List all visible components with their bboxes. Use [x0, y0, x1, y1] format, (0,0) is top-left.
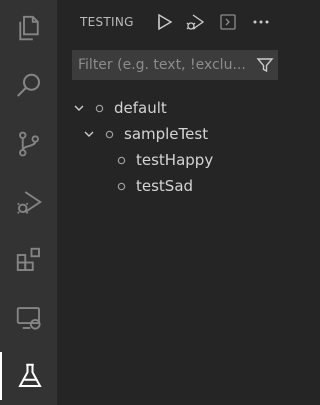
extensions-icon [16, 247, 40, 271]
source-control-icon [18, 131, 39, 157]
tree-item-label: testHappy [136, 151, 214, 169]
search-icon [16, 73, 40, 97]
show-output-button[interactable] [218, 12, 238, 32]
sidebar-header: TESTING [57, 0, 286, 44]
activity-explorer[interactable] [0, 4, 57, 52]
debug-all-tests-icon [186, 14, 204, 30]
activity-remote-explorer[interactable] [0, 294, 57, 342]
tree-item-label: sampleTest [124, 125, 209, 143]
activity-run-debug[interactable] [0, 178, 57, 226]
explorer-icon [18, 15, 39, 41]
filter-box [72, 50, 278, 80]
tree-item-testhappy[interactable]: testHappy [57, 147, 286, 173]
run-debug-icon [16, 191, 42, 214]
run-all-tests-button[interactable] [155, 12, 175, 32]
test-status-unset-icon [95, 104, 104, 112]
chevron-down-icon[interactable] [73, 102, 85, 114]
test-status-unset-icon [117, 156, 126, 164]
test-status-unset-icon [117, 182, 126, 190]
sidebar-title: TESTING [80, 15, 134, 29]
tree-item-testsad[interactable]: testSad [57, 173, 286, 199]
activity-testing[interactable] [0, 352, 57, 400]
activity-extensions[interactable] [0, 236, 57, 284]
more-actions-icon [253, 20, 269, 24]
show-output-icon [220, 14, 236, 30]
testing-sidebar: TESTING Filter (e.g. text, !exclu... def… [57, 0, 286, 405]
activity-bar [0, 0, 57, 405]
remote-explorer-icon [16, 307, 41, 330]
tree-item-sampletest[interactable]: sampleTest [57, 121, 286, 147]
activity-search[interactable] [0, 62, 57, 110]
tree-item-default[interactable]: default [57, 95, 286, 121]
test-status-unset-icon [105, 130, 114, 138]
activity-source-control[interactable] [0, 120, 57, 168]
filter-icon[interactable] [256, 56, 274, 74]
chevron-down-icon[interactable] [83, 128, 95, 140]
run-all-tests-icon [158, 13, 173, 31]
filter-input[interactable] [72, 50, 254, 80]
debug-all-tests-button[interactable] [185, 12, 205, 32]
testing-beaker-icon [17, 363, 42, 387]
tree-item-label: default [114, 99, 167, 117]
tree-item-label: testSad [136, 177, 194, 195]
more-actions-button[interactable] [251, 12, 271, 32]
